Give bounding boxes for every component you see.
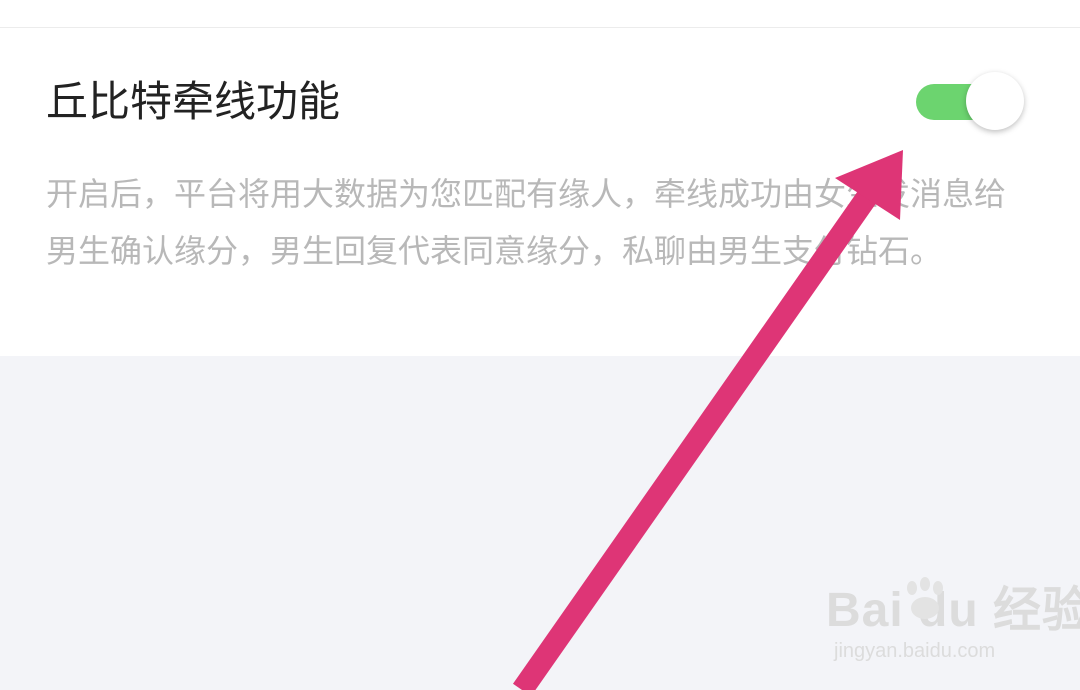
watermark-logo-text: Bai du 经验 xyxy=(826,584,1080,637)
top-strip xyxy=(0,0,1080,27)
watermark-url: jingyan.baidu.com xyxy=(834,640,996,662)
setting-title: 丘比特牵线功能 xyxy=(46,77,341,126)
setting-description: 开启后，平台将用大数据为您匹配有缘人，牵线成功由女生发消息给男生确认缘分，男生回… xyxy=(46,175,1007,270)
toggle-knob[interactable] xyxy=(966,72,1024,130)
baidu-watermark: Bai du 经验 jingyan.baidu.com xyxy=(826,570,1080,670)
paw-icon xyxy=(907,577,943,619)
